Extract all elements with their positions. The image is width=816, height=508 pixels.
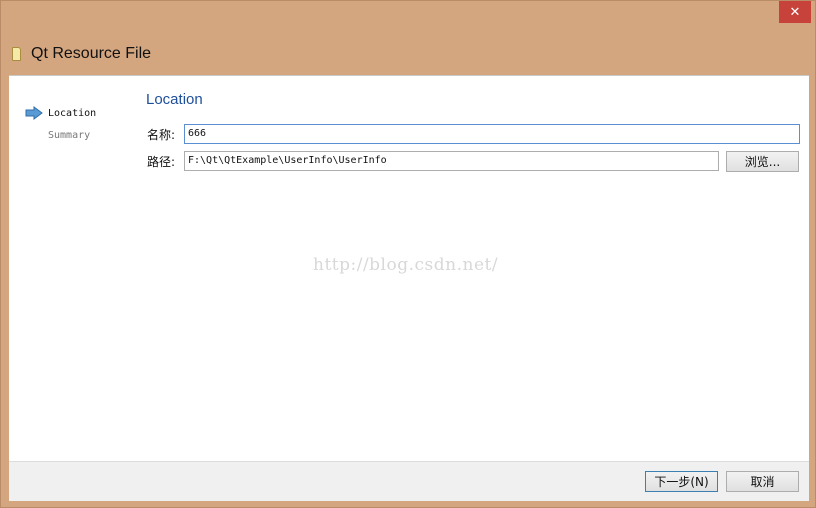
- close-icon: ✕: [789, 4, 801, 20]
- current-step-arrow-icon: [25, 106, 43, 120]
- button-bar: 下一步(N) 取消: [9, 461, 809, 501]
- window-title: Qt Resource File: [31, 45, 152, 62]
- watermark: http://blog.csdn.net/: [313, 255, 499, 275]
- path-label: 路径:: [147, 155, 176, 169]
- wizard-content: Location Summary Location 名称: 666 路径: F:…: [9, 75, 809, 461]
- page-title: Location: [146, 91, 203, 108]
- cancel-button[interactable]: 取消: [726, 471, 799, 492]
- title-bar: Qt Resource File: [1, 37, 816, 73]
- browse-button[interactable]: 浏览...: [726, 151, 799, 172]
- next-button[interactable]: 下一步(N): [645, 471, 718, 492]
- step-summary: Summary: [48, 130, 91, 141]
- name-label: 名称:: [147, 128, 176, 142]
- name-input[interactable]: 666: [184, 124, 800, 144]
- wizard-window: ✕ Qt Resource File Location Summary Loca…: [0, 0, 816, 508]
- document-icon: [12, 47, 21, 61]
- close-button[interactable]: ✕: [779, 1, 811, 23]
- path-input[interactable]: F:\Qt\QtExample\UserInfo\UserInfo: [184, 151, 719, 171]
- step-location: Location: [48, 108, 97, 119]
